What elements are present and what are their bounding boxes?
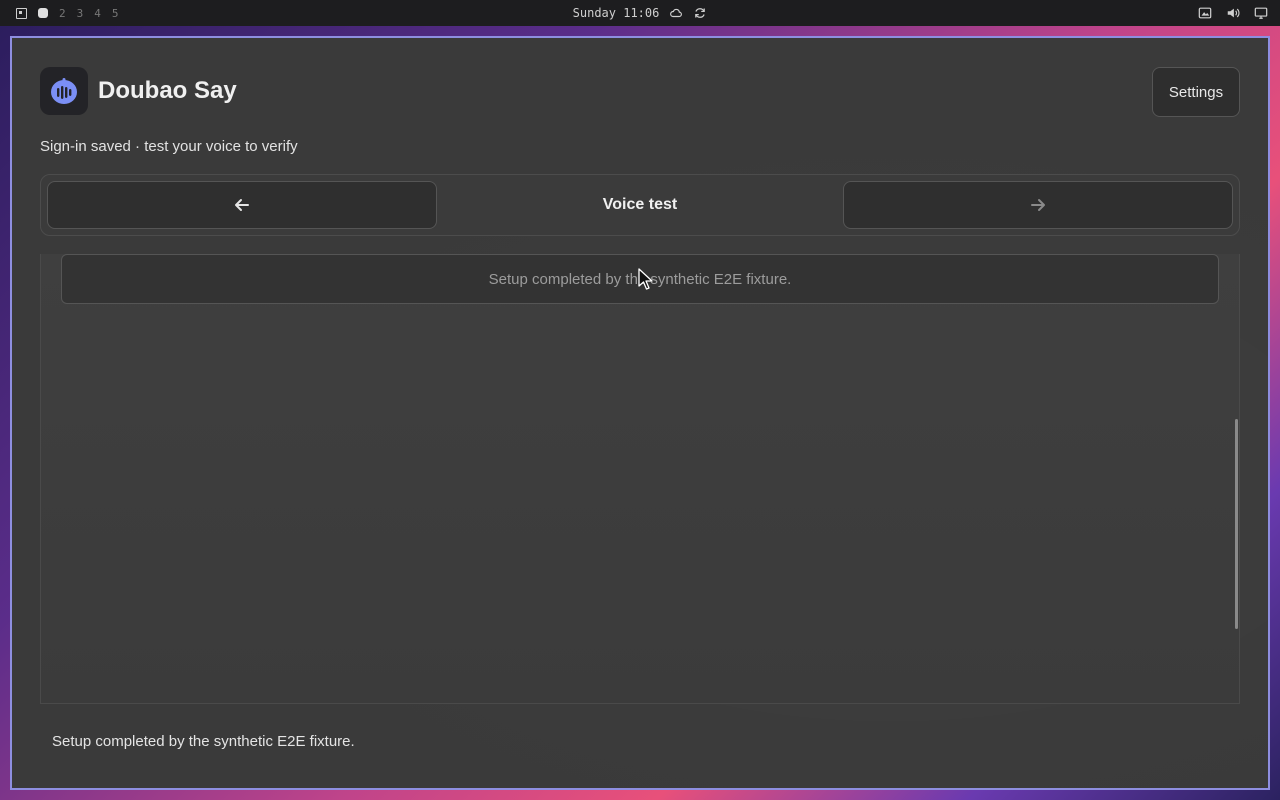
arrow-left-icon bbox=[235, 199, 249, 211]
next-step-button[interactable] bbox=[843, 181, 1233, 229]
screenshot-icon[interactable] bbox=[1198, 6, 1212, 20]
display-icon[interactable] bbox=[1254, 6, 1268, 20]
clock-area: Sunday 11:06 bbox=[0, 0, 1280, 26]
footer-status: Setup completed by the synthetic E2E fix… bbox=[52, 733, 355, 750]
arrow-right-icon bbox=[1031, 199, 1045, 211]
clock-text[interactable]: Sunday 11:06 bbox=[573, 6, 660, 20]
page-subtitle: Sign-in saved · test your voice to verif… bbox=[40, 138, 298, 155]
refresh-icon[interactable] bbox=[693, 6, 707, 20]
cloud-icon bbox=[670, 8, 683, 18]
settings-button[interactable]: Settings bbox=[1152, 67, 1240, 117]
content-panel[interactable]: Setup completed by the synthetic E2E fix… bbox=[40, 254, 1240, 704]
app-header: Doubao Say bbox=[40, 67, 237, 115]
volume-icon[interactable] bbox=[1226, 6, 1240, 20]
app-title: Doubao Say bbox=[98, 77, 237, 104]
system-tray bbox=[1198, 0, 1268, 26]
previous-step-button[interactable] bbox=[47, 181, 437, 229]
step-navigation: Voice test bbox=[40, 174, 1240, 236]
mouse-cursor-icon bbox=[638, 268, 653, 290]
top-panel: 2 3 4 5 Sunday 11:06 bbox=[0, 0, 1280, 26]
app-logo-icon bbox=[40, 67, 88, 115]
app-window: Doubao Say Settings Sign-in saved · test… bbox=[10, 36, 1270, 790]
content-scrollbar[interactable] bbox=[1235, 419, 1238, 629]
